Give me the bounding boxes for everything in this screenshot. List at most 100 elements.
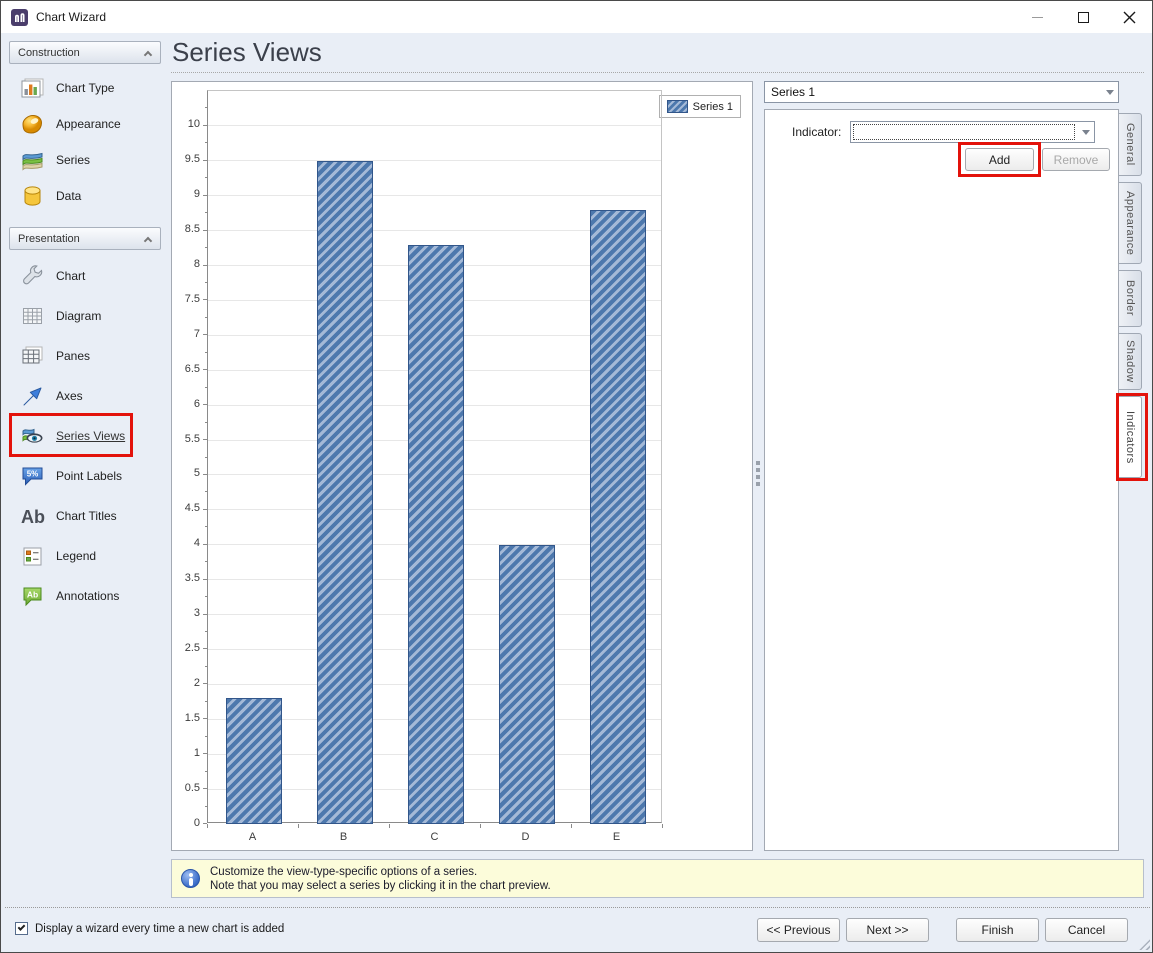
y-axis-tick: [203, 753, 207, 754]
next-button[interactable]: Next >>: [846, 918, 929, 942]
sidebar-item-label: Legend: [56, 549, 96, 563]
group-header-construction[interactable]: Construction: [9, 41, 161, 64]
sidebar: Construction Chart Type Appearance Series Da…: [9, 41, 161, 616]
app-icon: [11, 9, 28, 26]
y-axis-tick-label: 5.5: [172, 433, 200, 445]
y-axis-minor-tick: [205, 806, 207, 807]
y-axis-tick: [203, 334, 207, 335]
y-axis-tick-label: 1.5: [172, 712, 200, 724]
y-axis-minor-tick: [205, 491, 207, 492]
y-axis-tick-label: 9: [172, 188, 200, 200]
x-axis-tick: [389, 824, 390, 828]
panel-splitter[interactable]: [753, 81, 764, 851]
chart-titles-icon: Ab: [19, 503, 45, 529]
title-bar: Chart Wizard: [1, 1, 1152, 33]
bar-b[interactable]: [317, 161, 373, 824]
x-axis-tick: [298, 824, 299, 828]
group-header-label: Presentation: [18, 233, 80, 245]
maximize-button[interactable]: [1060, 1, 1106, 33]
y-axis-tick: [203, 579, 207, 580]
y-axis-tick-label: 3.5: [172, 572, 200, 584]
y-axis-tick: [203, 439, 207, 440]
sidebar-item-annotations[interactable]: Ab Annotations: [9, 576, 161, 616]
series-selector-dropdown[interactable]: Series 1: [764, 81, 1119, 103]
sidebar-item-chart-type[interactable]: Chart Type: [9, 70, 161, 106]
sidebar-item-label: Annotations: [56, 589, 119, 603]
annotations-icon: Ab: [19, 583, 45, 609]
y-axis-tick-label: 4.5: [172, 502, 200, 514]
y-axis-tick: [203, 509, 207, 510]
sidebar-item-appearance[interactable]: Appearance: [9, 106, 161, 142]
indicator-dropdown[interactable]: [850, 121, 1095, 143]
chevron-up-icon: [144, 237, 152, 245]
resize-grip[interactable]: [1135, 935, 1150, 950]
point-labels-icon: 5%: [19, 463, 45, 489]
x-axis-tick: [571, 824, 572, 828]
y-axis-tick-label: 10: [172, 118, 200, 130]
display-wizard-checkbox[interactable]: Display a wizard every time a new chart …: [15, 922, 284, 935]
y-axis-minor-tick: [205, 596, 207, 597]
bar-d[interactable]: [499, 545, 555, 824]
sidebar-item-diagram[interactable]: Diagram: [9, 296, 161, 336]
tab-indicators[interactable]: Indicators: [1118, 396, 1142, 478]
minimize-button[interactable]: [1014, 1, 1060, 33]
y-axis-minor-tick: [205, 177, 207, 178]
y-axis-tick: [203, 299, 207, 300]
bar-a[interactable]: [226, 698, 282, 824]
y-axis-tick-label: 7: [172, 328, 200, 340]
tab-appearance[interactable]: Appearance: [1119, 182, 1142, 264]
sidebar-item-point-labels[interactable]: 5%Point Labels: [9, 456, 161, 496]
sidebar-item-panes[interactable]: Panes: [9, 336, 161, 376]
tab-shadow[interactable]: Shadow: [1119, 333, 1142, 390]
svg-text:Ab: Ab: [21, 507, 45, 527]
splitter-grip-icon: [756, 461, 760, 486]
y-axis-tick-label: 8: [172, 258, 200, 270]
info-line-1: Customize the view-type-specific options…: [210, 865, 551, 879]
x-axis-tick-label: D: [506, 831, 546, 843]
bar-e[interactable]: [590, 210, 646, 824]
sidebar-item-data[interactable]: Data: [9, 178, 161, 214]
y-axis-tick-label: 8.5: [172, 223, 200, 235]
tab-border[interactable]: Border: [1119, 270, 1142, 327]
sidebar-item-label: Series: [56, 153, 90, 167]
series-icon: [19, 147, 45, 173]
add-button[interactable]: Add: [965, 148, 1034, 171]
chart-preview-panel: Series 1 00.511.522.533.544.555.566.577.…: [171, 81, 753, 851]
y-axis-tick-label: 6: [172, 398, 200, 410]
appearance-icon: [19, 111, 45, 137]
series-views-icon: [19, 423, 45, 449]
y-axis-minor-tick: [205, 142, 207, 143]
chart-legend[interactable]: Series 1: [659, 95, 741, 118]
finish-button[interactable]: Finish: [956, 918, 1039, 942]
sidebar-item-label: Diagram: [56, 309, 101, 323]
sidebar-item-label: Series Views: [56, 429, 125, 443]
sidebar-item-legend[interactable]: Legend: [9, 536, 161, 576]
legend-swatch: [667, 100, 688, 113]
close-button[interactable]: [1106, 1, 1152, 33]
panes-icon: [19, 343, 45, 369]
footer-separator: [5, 907, 1150, 908]
y-axis-tick-label: 2: [172, 677, 200, 689]
chevron-down-icon: [1101, 82, 1118, 102]
cancel-button[interactable]: Cancel: [1045, 918, 1128, 942]
group-header-presentation[interactable]: Presentation: [9, 227, 161, 250]
y-axis-minor-tick: [205, 282, 207, 283]
wizard-nav-buttons: << PreviousNext >> FinishCancel: [751, 918, 1128, 942]
tab-label: General: [1124, 123, 1136, 166]
y-axis-minor-tick: [205, 631, 207, 632]
sidebar-item-series-views[interactable]: Series Views: [9, 416, 161, 456]
sidebar-item-axes[interactable]: Axes: [9, 376, 161, 416]
sidebar-item-label: Chart Type: [56, 81, 114, 95]
sidebar-item-chart-titles[interactable]: AbChart Titles: [9, 496, 161, 536]
tab-label: Indicators: [1124, 411, 1136, 464]
sidebar-item-series[interactable]: Series: [9, 142, 161, 178]
y-axis-minor-tick: [205, 561, 207, 562]
y-axis-tick-label: 9.5: [172, 153, 200, 165]
sidebar-item-chart[interactable]: Chart: [9, 256, 161, 296]
tab-general[interactable]: General: [1119, 113, 1142, 176]
y-axis-tick: [203, 160, 207, 161]
previous-button[interactable]: << Previous: [757, 918, 840, 942]
legend-icon: [19, 543, 45, 569]
bar-c[interactable]: [408, 245, 464, 824]
y-axis-tick: [203, 195, 207, 196]
